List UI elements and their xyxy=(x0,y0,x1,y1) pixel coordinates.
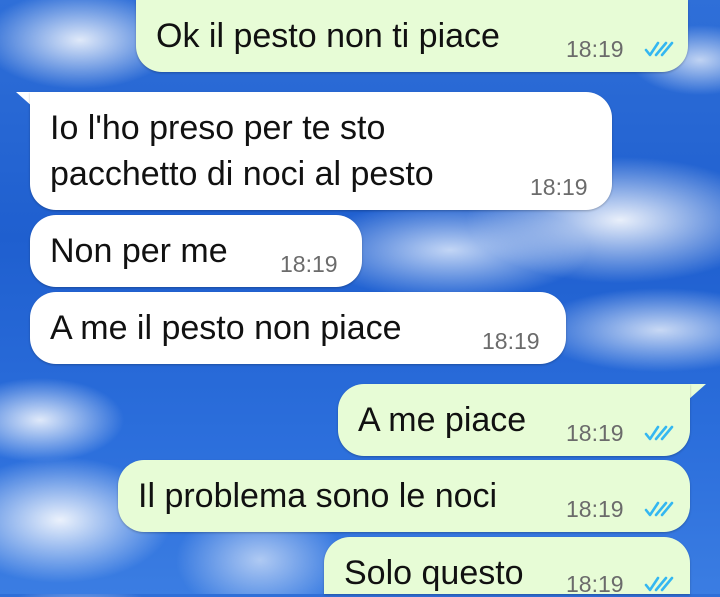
message-time: 18:19 xyxy=(530,174,588,200)
message-bubble-incoming[interactable]: Io l'ho preso per te sto pacchetto di no… xyxy=(30,92,612,210)
message-bubble-incoming[interactable]: Non per me 18:19 xyxy=(30,215,362,287)
message-time: 18:19 xyxy=(280,251,338,277)
message-bubble-outgoing[interactable]: A me piace 18:19 xyxy=(338,384,690,456)
double-check-icon xyxy=(644,501,674,517)
message-text: Non per me xyxy=(50,232,228,270)
message-text: Il problema sono le noci xyxy=(138,477,498,515)
message-time: 18:19 xyxy=(566,420,624,446)
message-text-line: Io l'ho preso per te sto xyxy=(50,109,386,147)
double-check-icon xyxy=(644,576,674,592)
message-text: Solo questo xyxy=(344,554,524,592)
double-check-icon xyxy=(644,41,674,57)
message-text: Ok il pesto non ti piace xyxy=(156,17,500,55)
message-bubble-outgoing[interactable]: Solo questo 18:19 xyxy=(324,537,690,597)
message-time: 18:19 xyxy=(482,328,540,354)
message-bubble-outgoing[interactable]: Ok il pesto non ti piace 18:19 xyxy=(136,0,688,72)
message-time: 18:19 xyxy=(566,571,624,597)
message-time: 18:19 xyxy=(566,36,624,62)
message-bubble-outgoing[interactable]: Il problema sono le noci 18:19 xyxy=(118,460,690,532)
message-text: A me il pesto non piace xyxy=(50,309,402,347)
message-text-line: pacchetto di noci al pesto xyxy=(50,155,434,193)
bubble-tail xyxy=(688,384,706,400)
message-bubble-incoming[interactable]: A me il pesto non piace 18:19 xyxy=(30,292,566,364)
double-check-icon xyxy=(644,425,674,441)
message-text: A me piace xyxy=(358,401,527,439)
message-time: 18:19 xyxy=(566,496,624,522)
